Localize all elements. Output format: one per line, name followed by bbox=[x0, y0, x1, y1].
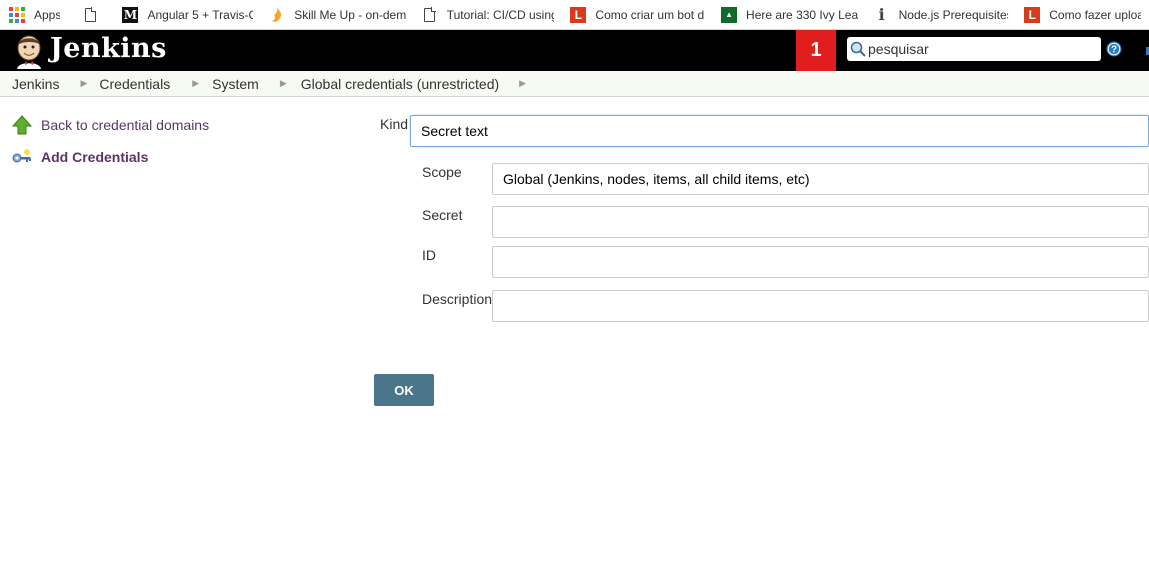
secret-label: Secret bbox=[422, 207, 463, 223]
search-box bbox=[847, 37, 1101, 61]
bookmark-label: Skill Me Up - on-dem bbox=[294, 7, 406, 22]
scope-select[interactable]: Global (Jenkins, nodes, items, all child… bbox=[492, 163, 1149, 195]
triangle-right-icon[interactable]: ▶ bbox=[280, 78, 287, 89]
breadcrumb: Jenkins ▶ Credentials ▶ System ▶ Global … bbox=[0, 71, 1149, 97]
l-logo-icon: L bbox=[570, 6, 587, 23]
breadcrumb-link[interactable]: System bbox=[212, 76, 259, 92]
id-label: ID bbox=[422, 247, 436, 263]
bookmark-nodejs-prereq[interactable]: i Node.js Prerequisites bbox=[866, 0, 1017, 29]
breadcrumb-item-jenkins: Jenkins ▶ bbox=[12, 76, 87, 92]
breadcrumb-item-global-credentials: Global credentials (unrestricted) ▶ bbox=[301, 76, 526, 92]
bookmark-label: Como fazer uploa bbox=[1049, 7, 1142, 22]
search-input[interactable] bbox=[866, 38, 1096, 60]
bookmark-como-fazer-upload[interactable]: L Como fazer uploa bbox=[1016, 0, 1149, 29]
secret-field[interactable] bbox=[503, 207, 1148, 237]
triangle-right-icon[interactable]: ▶ bbox=[80, 78, 87, 89]
apps-grid-icon bbox=[9, 6, 25, 23]
bookmark-skill-me-up[interactable]: Skill Me Up - on-dem bbox=[261, 0, 414, 29]
scope-label: Scope bbox=[422, 164, 462, 180]
document-icon bbox=[82, 7, 98, 23]
task-link[interactable]: Add Credentials bbox=[41, 149, 148, 165]
description-label: Description bbox=[422, 291, 493, 307]
triangle-right-icon[interactable]: ▶ bbox=[519, 78, 526, 89]
secret-field-wrapper bbox=[492, 206, 1149, 238]
bookmark-label: Angular 5 + Travis-CI bbox=[147, 7, 254, 22]
breadcrumb-link[interactable]: Global credentials (unrestricted) bbox=[301, 76, 499, 92]
search-icon bbox=[850, 41, 866, 57]
green-square-icon: ▲ bbox=[721, 6, 738, 23]
bookmark-label: Apps bbox=[34, 7, 61, 22]
flame-icon bbox=[269, 6, 285, 23]
question-circle-icon[interactable]: ? bbox=[1106, 41, 1122, 57]
id-field[interactable] bbox=[503, 247, 1148, 277]
document-icon bbox=[422, 7, 438, 23]
description-field[interactable] bbox=[503, 291, 1148, 321]
breadcrumb-item-credentials: Credentials ▶ bbox=[99, 76, 199, 92]
l-logo-icon: L bbox=[1024, 6, 1041, 23]
bookmark-label: Here are 330 Ivy Leag bbox=[746, 7, 858, 22]
kind-select[interactable]: Secret text bbox=[410, 115, 1149, 147]
bookmark-angular-travis[interactable]: M Angular 5 + Travis-CI bbox=[114, 0, 261, 29]
kind-label: Kind bbox=[380, 116, 409, 132]
task-back-to-credential-domains[interactable]: Back to credential domains bbox=[12, 115, 209, 135]
scope-select-value: Global (Jenkins, nodes, items, all child… bbox=[503, 171, 810, 187]
up-arrow-icon bbox=[12, 115, 32, 135]
bookmarks-bar: Apps M Angular 5 + Travis-CI Skill Me Up… bbox=[0, 0, 1149, 30]
notification-badge[interactable]: 1 bbox=[796, 30, 836, 71]
bookmark-label: Node.js Prerequisites bbox=[898, 7, 1009, 22]
bookmark-label: Como criar um bot d bbox=[595, 7, 705, 22]
bookmark-apps[interactable]: Apps bbox=[0, 0, 68, 29]
breadcrumb-item-system: System ▶ bbox=[212, 76, 287, 92]
info-i-icon: i bbox=[878, 5, 885, 24]
bookmark-ivy-league[interactable]: ▲ Here are 330 Ivy Leag bbox=[713, 0, 866, 29]
triangle-right-icon[interactable]: ▶ bbox=[192, 78, 199, 89]
svg-text:?: ? bbox=[1111, 45, 1117, 56]
breadcrumb-link[interactable]: Jenkins bbox=[12, 76, 59, 92]
bookmark-tutorial-cicd[interactable]: Tutorial: CI/CD using bbox=[414, 0, 563, 29]
bookmark-document[interactable] bbox=[68, 0, 114, 29]
task-add-credentials[interactable]: Add Credentials bbox=[12, 147, 148, 167]
description-field-wrapper bbox=[492, 290, 1149, 322]
key-icon bbox=[12, 149, 31, 163]
medium-logo-icon: M bbox=[122, 6, 139, 23]
bookmark-como-criar-bot[interactable]: L Como criar um bot d bbox=[562, 0, 713, 29]
jenkins-butler-icon[interactable] bbox=[12, 33, 46, 69]
kind-select-value: Secret text bbox=[421, 123, 488, 139]
bookmark-label: Tutorial: CI/CD using bbox=[446, 7, 555, 22]
jenkins-brand-title[interactable]: Jenkins bbox=[50, 33, 167, 64]
id-field-wrapper bbox=[492, 246, 1149, 278]
breadcrumb-link[interactable]: Credentials bbox=[99, 76, 170, 92]
jenkins-header: Jenkins 1 ? bbox=[0, 30, 1149, 71]
task-link[interactable]: Back to credential domains bbox=[41, 117, 209, 133]
ok-button[interactable]: OK bbox=[374, 374, 434, 406]
